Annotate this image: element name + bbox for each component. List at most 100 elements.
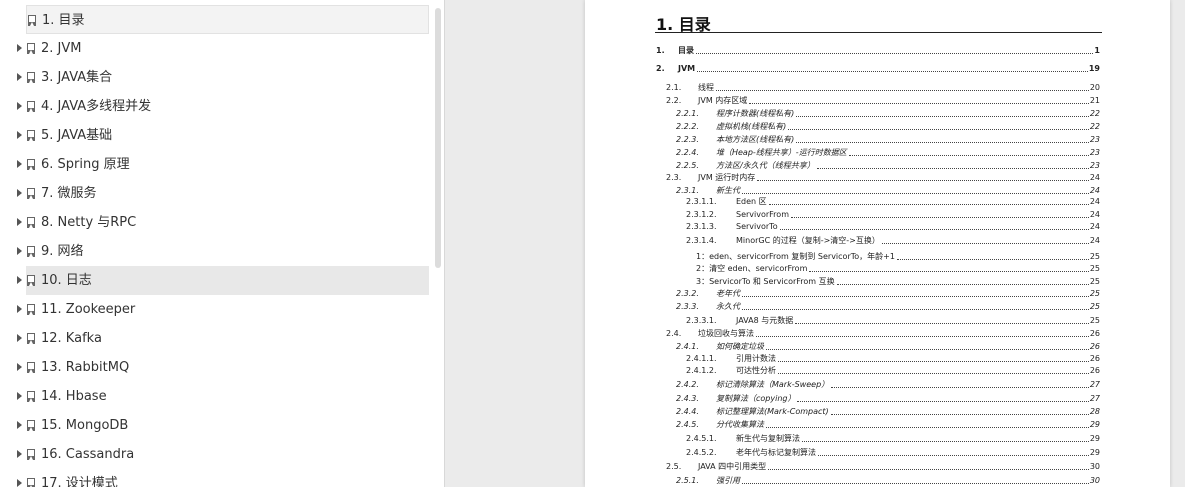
toc-entry[interactable]: 2.4.1. 如何确定垃圾 26 xyxy=(676,341,1100,352)
toc-page-number: 27 xyxy=(1089,380,1100,389)
bookmark-label: 16. Cassandra xyxy=(41,447,135,462)
bookmark-item[interactable]: 8. Netty 与RPC xyxy=(17,208,429,237)
toc-entry[interactable]: 2.4.2. 标记清除算法（Mark-Sweep） 27 xyxy=(676,379,1100,390)
bookmark-item[interactable]: 16. Cassandra xyxy=(17,440,429,469)
bookmark-item[interactable]: 1. 目录 xyxy=(26,5,429,34)
toc-entry[interactable]: 1： eden、servicorFrom 复制到 ServicorTo，年龄+1 2… xyxy=(696,251,1100,262)
toc-leader-dots xyxy=(836,284,1089,285)
toc-entry[interactable]: 2.3.1.4. MinorGC 的过程（复制->清空->互换） 24 xyxy=(686,235,1100,246)
expand-arrow-icon[interactable] xyxy=(17,247,22,255)
toc-page-number: 25 xyxy=(1089,277,1100,286)
expand-arrow-icon[interactable] xyxy=(17,305,22,313)
bookmark-item[interactable]: 6. Spring 原理 xyxy=(17,150,429,179)
toc-text: ServivorFrom xyxy=(736,210,789,219)
toc-entry[interactable]: 2.4.1.2. 可达性分析 26 xyxy=(686,365,1100,376)
toc-entry[interactable]: 2.5. JAVA 四中引用类型 30 xyxy=(666,461,1100,472)
toc-entry[interactable]: 2.3.2. 老年代 25 xyxy=(676,288,1100,299)
toc-page-number: 29 xyxy=(1089,448,1100,457)
toc-entry[interactable]: 2.3.1.3. ServivorTo 24 xyxy=(686,221,1100,232)
toc-entry[interactable]: 2.2.4. 堆（Heap-线程共享）-运行时数据区 23 xyxy=(676,147,1100,158)
toc-entry[interactable]: 2.4.5.2. 老年代与标记复制算法 29 xyxy=(686,447,1100,458)
toc-page-number: 24 xyxy=(1089,173,1100,182)
bookmark-label: 1. 目录 xyxy=(42,13,85,28)
toc-page-number: 24 xyxy=(1089,236,1100,245)
toc-number: 2.4.2. xyxy=(676,380,699,389)
expand-arrow-icon[interactable] xyxy=(17,73,22,81)
toc-text: ServicorTo 和 ServicorFrom 互换 xyxy=(709,277,835,286)
expand-arrow-icon[interactable] xyxy=(17,102,22,110)
toc-page-number: 24 xyxy=(1089,210,1100,219)
toc-entry[interactable]: 2.1. 线程 20 xyxy=(666,82,1100,93)
bookmark-item[interactable]: 10. 日志 xyxy=(17,266,429,295)
toc-entry[interactable]: 2.4. 垃圾回收与算法 26 xyxy=(666,328,1100,339)
expand-arrow-icon[interactable] xyxy=(17,421,22,429)
toc-entry[interactable]: 3： ServicorTo 和 ServicorFrom 互换 25 xyxy=(696,276,1100,287)
toc-entry[interactable]: 2.4.1.1. 引用计数法 26 xyxy=(686,353,1100,364)
toc-entry[interactable]: 2.3.1.2. ServivorFrom 24 xyxy=(686,209,1100,220)
expand-arrow-icon[interactable] xyxy=(17,450,22,458)
toc-entry[interactable]: 2. JVM 19 xyxy=(656,63,1100,74)
expand-arrow-icon[interactable] xyxy=(17,392,22,400)
toc-entry[interactable]: 2.4.3. 复制算法（copying） 27 xyxy=(676,393,1100,404)
toc-entry[interactable]: 2.3.3. 永久代 25 xyxy=(676,301,1100,312)
toc-entry[interactable]: 2.4.4. 标记整理算法(Mark-Compact) 28 xyxy=(676,406,1100,417)
bookmark-item[interactable]: 3. JAVA集合 xyxy=(17,63,429,92)
bookmark-item[interactable]: 7. 微服务 xyxy=(17,179,429,208)
bookmark-item[interactable]: 9. 网络 xyxy=(17,237,429,266)
expand-arrow-icon[interactable] xyxy=(17,189,22,197)
toc-text: JVM xyxy=(678,64,696,73)
toc-entry[interactable]: 1. 目录 1 xyxy=(656,45,1100,56)
toc-entry[interactable]: 2： 清空 eden、servicorFrom 25 xyxy=(696,263,1100,274)
toc-leader-dots xyxy=(716,90,1089,91)
toc-entry[interactable]: 2.4.5. 分代收集算法 29 xyxy=(676,419,1100,430)
toc-page-number: 30 xyxy=(1089,476,1100,485)
title-divider xyxy=(655,32,1102,33)
expand-arrow-icon[interactable] xyxy=(17,479,22,487)
toc-text: JVM 内存区域 xyxy=(698,96,748,105)
bookmark-icon xyxy=(27,188,35,199)
bookmark-icon xyxy=(27,391,35,402)
bookmark-panel: 1. 目录 2. JVM 3. JAVA集合 4. JAVA多线程并发 5. JAVA基… xyxy=(0,0,445,487)
toc-number: 2.3.1.4. xyxy=(686,236,717,245)
toc-entry[interactable]: 2.5.1. 强引用 30 xyxy=(676,475,1100,486)
expand-arrow-icon[interactable] xyxy=(17,131,22,139)
expand-arrow-icon[interactable] xyxy=(17,363,22,371)
bookmark-item[interactable]: 17. 设计模式 xyxy=(17,469,429,487)
toc-entry[interactable]: 2.2.3. 本地方法区(线程私有) 23 xyxy=(676,134,1100,145)
toc-entry[interactable]: 2.2.2. 虚拟机栈(线程私有) 22 xyxy=(676,121,1100,132)
toc-number: 2.4. xyxy=(666,329,682,338)
expand-arrow-icon[interactable] xyxy=(17,276,22,284)
toc-number: 2.4.5.1. xyxy=(686,434,717,443)
bookmark-icon xyxy=(27,101,35,112)
expand-arrow-icon[interactable] xyxy=(17,44,22,52)
toc-number: 2.2.4. xyxy=(676,148,699,157)
toc-text: 清空 eden、servicorFrom xyxy=(709,264,808,273)
bookmark-item[interactable]: 12. Kafka xyxy=(17,324,429,353)
toc-leader-dots xyxy=(749,103,1089,104)
bookmark-item[interactable]: 15. MongoDB xyxy=(17,411,429,440)
bookmark-item[interactable]: 4. JAVA多线程并发 xyxy=(17,92,429,121)
sidebar-scrollbar[interactable] xyxy=(435,8,441,268)
toc-entry[interactable]: 2.2.1. 程序计数器(线程私有) 22 xyxy=(676,108,1100,119)
toc-number: 2.3.3.1. xyxy=(686,316,717,325)
toc-entry[interactable]: 2.3. JVM 运行时内存 24 xyxy=(666,172,1100,183)
bookmark-item[interactable]: 14. Hbase xyxy=(17,382,429,411)
expand-arrow-icon[interactable] xyxy=(17,334,22,342)
bookmark-label: 4. JAVA多线程并发 xyxy=(41,99,152,114)
toc-entry[interactable]: 2.2.5. 方法区/永久代（线程共享） 23 xyxy=(676,160,1100,171)
bookmark-label: 5. JAVA基础 xyxy=(41,128,113,143)
toc-leader-dots xyxy=(802,441,1089,442)
toc-entry[interactable]: 2.4.5.1. 新生代与复制算法 29 xyxy=(686,433,1100,444)
expand-arrow-icon[interactable] xyxy=(17,160,22,168)
bookmark-item[interactable]: 11. Zookeeper xyxy=(17,295,429,324)
toc-entry[interactable]: 2.3.3.1. JAVA8 与元数据 25 xyxy=(686,315,1100,326)
toc-entry[interactable]: 2.3.1.1. Eden 区 24 xyxy=(686,196,1100,207)
toc-page-number: 24 xyxy=(1089,222,1100,231)
toc-entry[interactable]: 2.3.1. 新生代 24 xyxy=(676,185,1100,196)
bookmark-item[interactable]: 13. RabbitMQ xyxy=(17,353,429,382)
bookmark-item[interactable]: 2. JVM xyxy=(17,34,429,63)
toc-text: 程序计数器(线程私有) xyxy=(716,109,795,118)
toc-entry[interactable]: 2.2. JVM 内存区域 21 xyxy=(666,95,1100,106)
bookmark-item[interactable]: 5. JAVA基础 xyxy=(17,121,429,150)
expand-arrow-icon[interactable] xyxy=(17,218,22,226)
